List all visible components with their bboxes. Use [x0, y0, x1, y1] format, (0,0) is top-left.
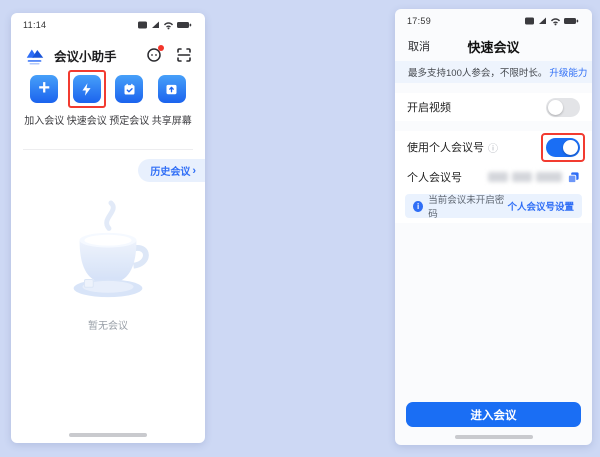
highlight-box: [67, 70, 106, 108]
join-meeting-button[interactable]: + 加入会议: [23, 75, 66, 133]
personal-id-settings-link[interactable]: 个人会议号设置: [507, 199, 574, 213]
home-indicator[interactable]: [69, 433, 147, 437]
status-icons: [525, 17, 579, 26]
upgrade-link[interactable]: 升级能力: [549, 65, 587, 79]
settings-group-video: 开启视频: [395, 93, 592, 121]
scan-icon[interactable]: [176, 47, 192, 63]
chevron-right-icon: ›: [192, 164, 196, 177]
personal-id-label: 个人会议号: [407, 172, 462, 184]
video-row: 开启视频: [395, 93, 592, 121]
settings-group-personal-id: 使用个人会议号 ⓘ 个人会议号 i 当前会议未开启密码 个人会议号设置: [395, 131, 592, 223]
action-grid: + 加入会议 快速会议 预定会议 共享屏幕: [15, 70, 201, 133]
empty-state-text: 暂无会议: [88, 321, 128, 332]
action-label: 共享屏幕: [151, 116, 192, 127]
status-time: 17:59: [407, 16, 432, 26]
refresh-icon[interactable]: [146, 45, 164, 63]
personal-id-toggle[interactable]: [546, 137, 580, 157]
copy-icon[interactable]: [567, 171, 580, 184]
battery-icon: [564, 18, 576, 24]
app-logo: [26, 49, 44, 65]
capacity-banner: 最多支持100人参会，不限时长。 升级能力: [395, 61, 592, 83]
info-icon[interactable]: ⓘ: [488, 140, 498, 155]
page-title: 快速会议: [467, 40, 520, 55]
nav-bar: 取消 快速会议: [395, 33, 592, 59]
password-notice: i 当前会议未开启密码 个人会议号设置: [405, 194, 582, 220]
calendar-check-icon: [115, 75, 144, 103]
info-badge-icon: i: [413, 200, 424, 212]
divider: [23, 149, 193, 150]
enter-meeting-button[interactable]: 进入会议: [406, 402, 581, 427]
status-time: 11:14: [23, 20, 47, 30]
video-label: 开启视频: [407, 102, 451, 114]
teacup-illustration: [73, 200, 149, 298]
home-indicator[interactable]: [454, 435, 533, 439]
notice-text: 当前会议未开启密码: [428, 195, 505, 220]
action-label: 加入会议: [24, 116, 65, 127]
personal-id-toggle-row: 使用个人会议号 ⓘ: [395, 131, 592, 163]
share-screen-button[interactable]: 共享屏幕: [151, 75, 194, 133]
personal-id-row: 个人会议号: [395, 163, 592, 191]
signal-icon: [539, 17, 546, 24]
bolt-icon: [72, 75, 101, 103]
action-label: 快速会议: [66, 116, 107, 127]
wifi-icon: [163, 22, 174, 26]
masked-meeting-number: [488, 172, 562, 182]
statusbar: 17:59: [395, 9, 592, 33]
signal-icon: [152, 21, 159, 28]
history-meetings-link[interactable]: 历史会议 ›: [138, 159, 205, 182]
status-icons: [138, 21, 192, 30]
video-toggle[interactable]: [546, 97, 580, 117]
wifi-icon: [550, 18, 561, 22]
app-header: 会议小助手: [11, 39, 205, 71]
statusbar: 11:14: [11, 13, 205, 37]
page-title: 会议小助手: [54, 49, 117, 64]
left-phone-screen: 11:14 会议小助手 + 加入会议 快速会议 预定会议 共享屏幕 历史会议 ›…: [11, 13, 205, 443]
battery-icon: [177, 22, 189, 28]
notification-dot: [158, 45, 164, 51]
highlight-box: [541, 132, 585, 162]
capacity-text: 最多支持100人参会，不限时长。: [408, 68, 548, 79]
plus-icon: +: [30, 75, 59, 103]
action-label: 预定会议: [109, 116, 150, 127]
personal-id-toggle-label: 使用个人会议号: [407, 142, 484, 154]
quick-meeting-button[interactable]: 快速会议: [66, 70, 109, 133]
screen-share-icon: [157, 75, 186, 103]
schedule-meeting-button[interactable]: 预定会议: [108, 75, 151, 133]
right-phone-screen: 17:59 取消 快速会议 最多支持100人参会，不限时长。 升级能力 开启视频…: [395, 9, 592, 445]
empty-state: 暂无会议: [11, 199, 205, 332]
